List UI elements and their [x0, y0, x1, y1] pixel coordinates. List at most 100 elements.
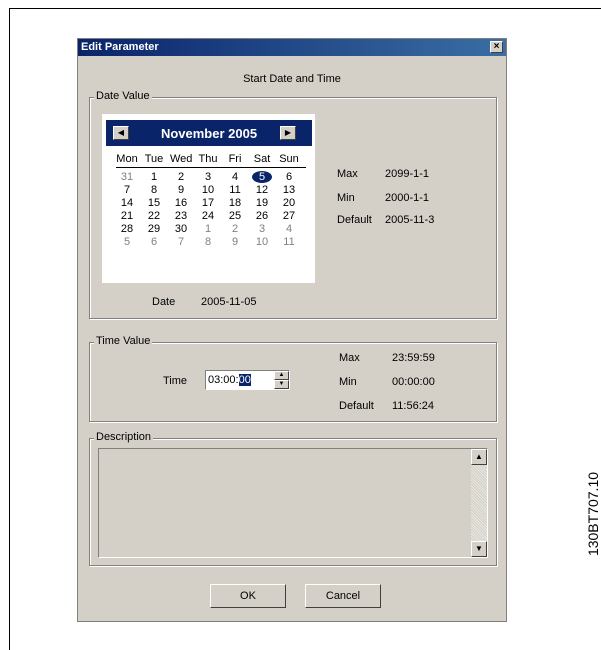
calendar-day[interactable]: 29 — [143, 223, 165, 235]
calendar-day[interactable]: 5 — [116, 236, 138, 248]
time-value-prefix: 03:00: — [208, 374, 239, 386]
calendar-month-label: November 2005 — [160, 126, 258, 141]
date-default-label: Default — [337, 214, 372, 226]
calendar-day[interactable]: 7 — [116, 184, 138, 196]
date-max-value: 2099-1-1 — [385, 168, 430, 180]
time-spin-up-button[interactable]: ▲ — [274, 371, 289, 380]
scroll-down-button[interactable]: ▼ — [471, 541, 487, 557]
calendar-day[interactable]: 8 — [197, 236, 219, 248]
calendar-day[interactable]: 25 — [224, 210, 246, 222]
calendar-header: ◀ November 2005 ▶ — [106, 120, 312, 146]
description-textarea[interactable]: ▲ ▼ — [98, 448, 488, 558]
date-default-value: 2005-11-3 — [385, 214, 435, 226]
calendar-day[interactable]: 9 — [170, 184, 192, 196]
calendar-day[interactable]: 26 — [251, 210, 273, 222]
calendar-day[interactable]: 12 — [251, 184, 273, 196]
calendar-day[interactable]: 1 — [197, 223, 219, 235]
time-spin-down-button[interactable]: ▼ — [274, 380, 289, 389]
calendar-day[interactable]: 31 — [116, 171, 138, 183]
calendar-day[interactable]: 2 — [224, 223, 246, 235]
date-min-value: 2000-1-1 — [385, 192, 430, 204]
time-default-label: Default — [339, 400, 374, 412]
weekday-header: Mon — [116, 153, 138, 165]
date-label: Date — [152, 296, 176, 308]
arrow-left-icon: ◀ — [117, 128, 125, 137]
calendar-day[interactable]: 10 — [197, 184, 219, 196]
calendar-day[interactable]: 6 — [143, 236, 165, 248]
date-value-legend: Date Value — [94, 90, 152, 102]
weekday-header: Fri — [228, 153, 242, 165]
time-spinner: ▲ ▼ — [274, 371, 289, 389]
scroll-up-button[interactable]: ▲ — [471, 449, 487, 465]
calendar-day[interactable]: 24 — [197, 210, 219, 222]
calendar-day[interactable]: 21 — [116, 210, 138, 222]
calendar-day[interactable]: 11 — [224, 184, 246, 196]
calendar-day[interactable]: 4 — [224, 171, 246, 183]
calendar-day[interactable]: 16 — [170, 197, 192, 209]
time-value-legend: Time Value — [94, 335, 153, 347]
arrow-right-icon: ▶ — [284, 128, 292, 137]
calendar-day[interactable]: 18 — [224, 197, 246, 209]
date-max-label: Max — [337, 168, 358, 180]
prev-month-button[interactable]: ◀ — [113, 126, 129, 140]
calendar-day[interactable]: 17 — [197, 197, 219, 209]
calendar-day[interactable]: 3 — [251, 223, 273, 235]
calendar-day[interactable]: 22 — [143, 210, 165, 222]
time-label: Time — [163, 375, 188, 387]
close-button[interactable]: × — [490, 41, 503, 53]
calendar-day[interactable]: 9 — [224, 236, 246, 248]
calendar-day[interactable]: 7 — [170, 236, 192, 248]
calendar-day[interactable]: 13 — [278, 184, 300, 196]
calendar-day[interactable]: 14 — [116, 197, 138, 209]
calendar-day[interactable]: 15 — [143, 197, 165, 209]
time-max-value: 23:59:59 — [392, 352, 435, 364]
edit-parameter-dialog: Edit Parameter × Start Date and Time Dat… — [77, 38, 507, 622]
selected-day-label: 5 — [252, 171, 272, 183]
weekday-header: Sun — [279, 153, 299, 165]
scroll-up-icon: ▲ — [475, 452, 483, 461]
title-bar: Edit Parameter × — [78, 39, 506, 56]
time-value-selected: 00 — [238, 374, 251, 386]
figure-code: 130BT707.10 — [585, 471, 601, 557]
time-default-value: 11:56:24 — [392, 400, 435, 412]
time-value-group: Time Value — [89, 335, 497, 422]
page-frame-top — [9, 8, 601, 9]
calendar-day[interactable]: 6 — [278, 171, 300, 183]
calendar-day[interactable]: 11 — [278, 236, 300, 248]
next-month-button[interactable]: ▶ — [280, 126, 296, 140]
calendar-day[interactable]: 2 — [170, 171, 192, 183]
calendar-day[interactable]: 27 — [278, 210, 300, 222]
calendar-day[interactable]: 4 — [278, 223, 300, 235]
ok-button[interactable]: OK — [210, 584, 286, 608]
description-legend: Description — [94, 431, 154, 443]
weekday-underline — [116, 167, 306, 168]
calendar-day[interactable]: 19 — [251, 197, 273, 209]
calendar-day-selected[interactable]: 5 — [251, 171, 273, 183]
weekday-header: Wed — [170, 153, 193, 165]
page-frame-left — [9, 8, 10, 650]
weekday-header: Thu — [198, 153, 218, 165]
dialog-heading: Start Date and Time — [243, 73, 341, 85]
calendar: ◀ November 2005 ▶ Mon Tue Wed Thu Fri Sat Sun … — [102, 114, 315, 283]
time-min-value: 00:00:00 — [392, 376, 435, 388]
time-min-label: Min — [339, 376, 357, 388]
calendar-day[interactable]: 1 — [143, 171, 165, 183]
spin-down-icon: ▼ — [278, 381, 285, 387]
weekday-header: Tue — [144, 153, 164, 165]
cancel-button[interactable]: Cancel — [305, 584, 381, 608]
calendar-day[interactable]: 28 — [116, 223, 138, 235]
scroll-down-icon: ▼ — [475, 544, 483, 553]
calendar-day[interactable]: 3 — [197, 171, 219, 183]
weekday-header: Sat — [253, 153, 271, 165]
time-max-label: Max — [339, 352, 360, 364]
calendar-day[interactable]: 20 — [278, 197, 300, 209]
date-value: 2005-11-05 — [201, 296, 257, 308]
calendar-day[interactable]: 10 — [251, 236, 273, 248]
close-icon: × — [493, 41, 500, 52]
calendar-day[interactable]: 23 — [170, 210, 192, 222]
description-scrollbar[interactable]: ▲ ▼ — [471, 449, 487, 557]
calendar-day[interactable]: 8 — [143, 184, 165, 196]
date-min-label: Min — [337, 192, 355, 204]
calendar-day[interactable]: 30 — [170, 223, 192, 235]
window-title: Edit Parameter — [81, 41, 159, 53]
